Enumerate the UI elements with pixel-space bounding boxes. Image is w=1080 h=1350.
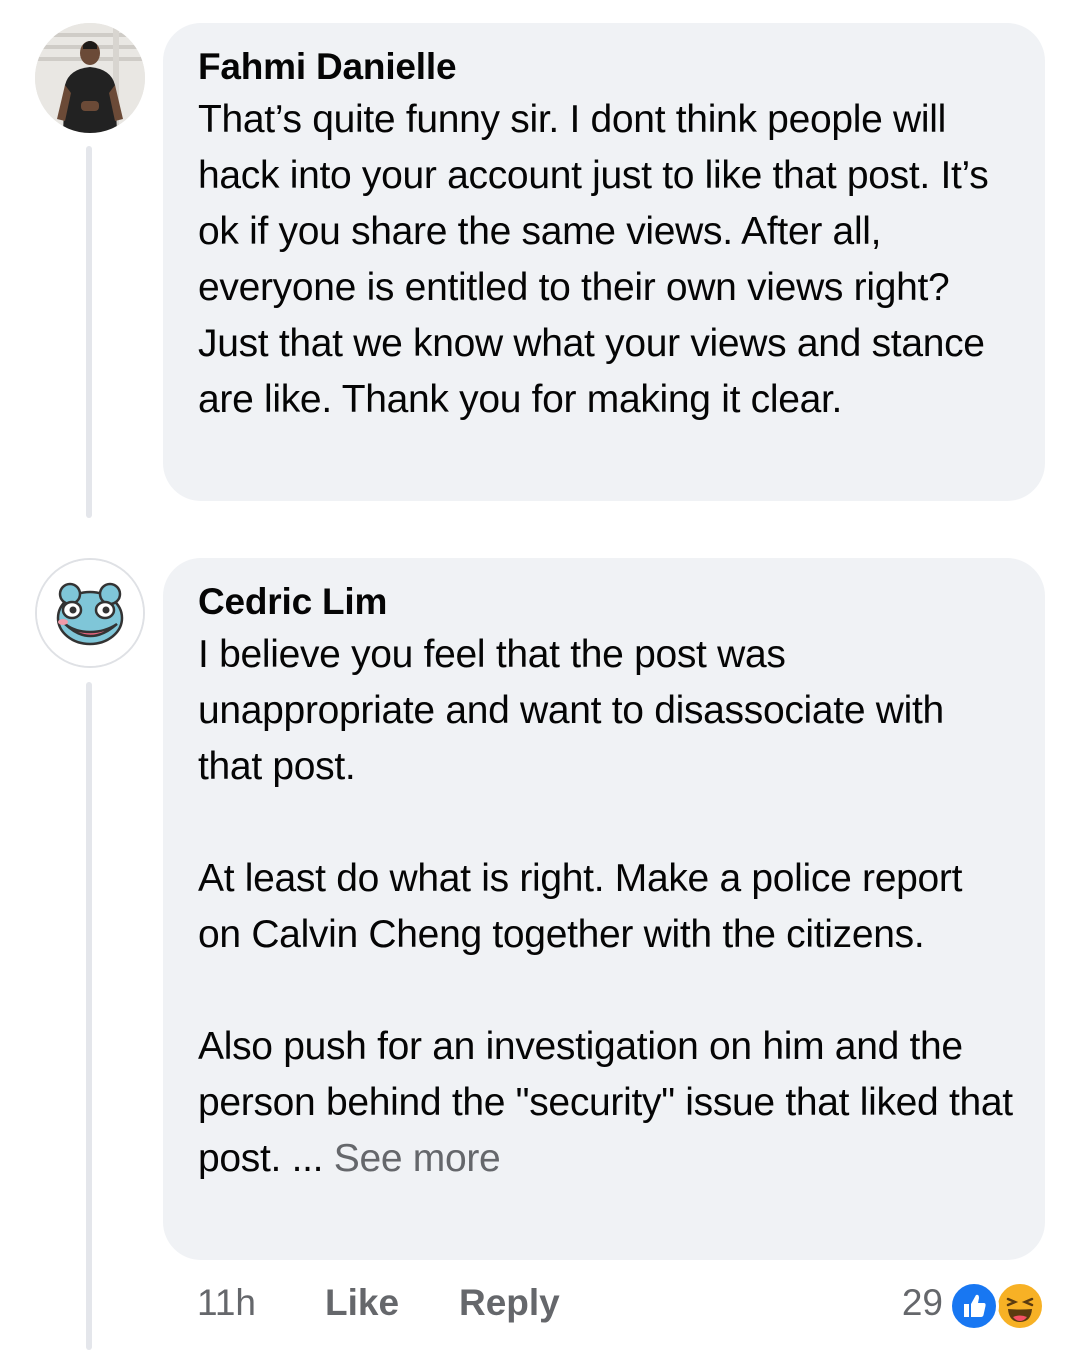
reply-button[interactable]: Reply (459, 1275, 560, 1331)
thread-line (86, 682, 92, 1350)
comment-text: Also push for an investigation on him an… (198, 1025, 1013, 1180)
comment-text: At least do what is right. Make a police… (198, 857, 963, 956)
comment-author[interactable]: Fahmi Danielle (198, 42, 1015, 92)
comment-bubble: Cedric Lim I believe you feel that the p… (163, 558, 1045, 1260)
comment-bubble: Fahmi Danielle That’s quite funny sir. I… (163, 23, 1045, 501)
thread-line (86, 146, 92, 518)
haha-icon (995, 1281, 1045, 1331)
see-more-link[interactable]: See more (334, 1137, 501, 1180)
avatar-fahmi-danielle[interactable] (35, 23, 145, 133)
comment-author[interactable]: Cedric Lim (198, 577, 1015, 627)
like-button[interactable]: Like (325, 1275, 399, 1331)
like-icon (949, 1281, 999, 1331)
comment-text: I believe you feel that the post was una… (198, 633, 944, 788)
comment-timestamp[interactable]: 11h (197, 1275, 256, 1331)
reaction-count[interactable]: 29 (902, 1275, 943, 1331)
comment-text: That’s quite funny sir. I dont think peo… (198, 98, 989, 421)
comment-text-truncated: Also push for an investigation on him an… (198, 1019, 1015, 1187)
avatar-cedric-lim[interactable] (35, 558, 145, 668)
frog-avatar-icon (37, 560, 143, 666)
reaction-summary[interactable]: 29 (847, 1275, 1047, 1331)
profile-photo-icon (35, 23, 145, 133)
